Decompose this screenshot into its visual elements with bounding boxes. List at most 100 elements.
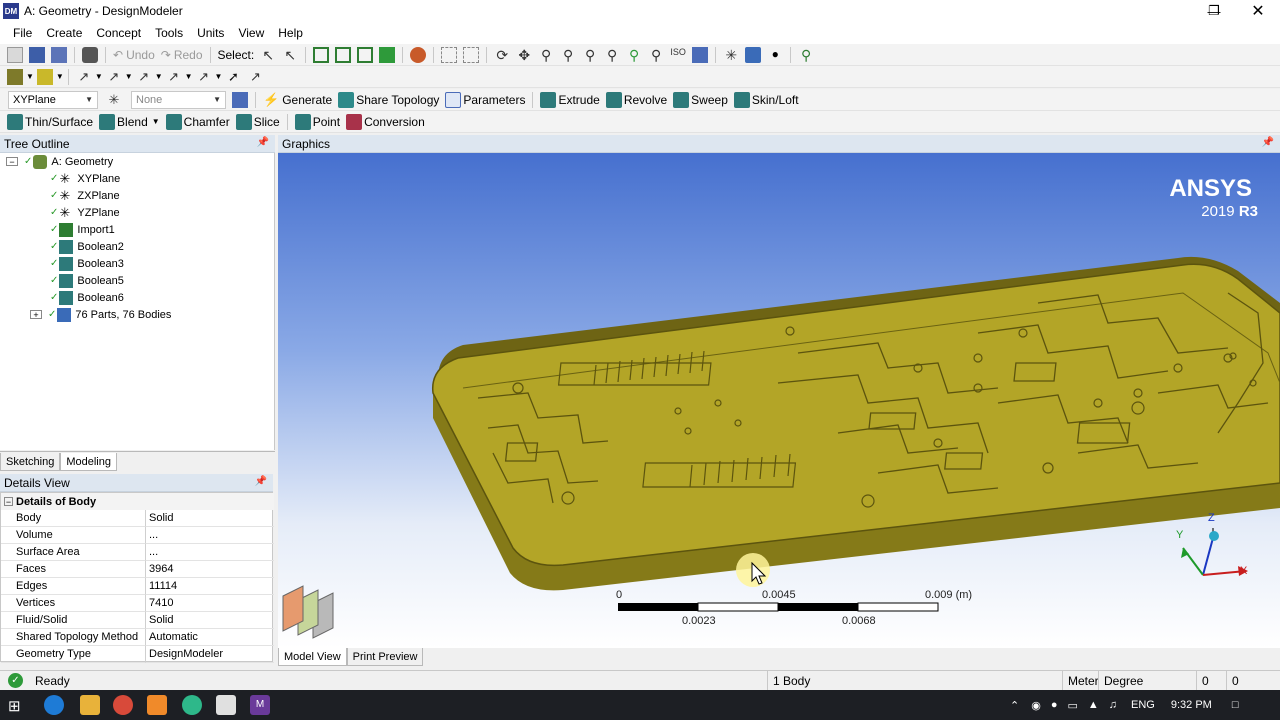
chamfer-button[interactable]: Chamfer	[163, 112, 233, 132]
pin-icon[interactable]: 📌	[257, 137, 269, 148]
parameters-button[interactable]: Parameters	[442, 90, 528, 110]
detail-row-vertices[interactable]: Vertices 7410	[1, 595, 274, 612]
sketch-selector[interactable]: None ▼	[131, 90, 226, 109]
edge-filter-3-icon[interactable]: ↗	[136, 69, 152, 85]
volume-icon[interactable]: ♫	[1109, 699, 1117, 711]
model-canvas[interactable]	[278, 153, 1280, 648]
view-previous-icon[interactable]	[692, 46, 709, 63]
chrome-icon[interactable]	[113, 695, 133, 715]
display-point-icon[interactable]: ●	[767, 47, 783, 63]
collapse-icon[interactable]: −	[6, 157, 18, 167]
thin-surface-button[interactable]: Thin/Surface	[4, 112, 96, 132]
magnifier-icon[interactable]: ⚲	[648, 47, 664, 63]
zoom-fit-icon[interactable]: ⚲	[604, 47, 620, 63]
display-style-icon[interactable]	[7, 68, 23, 85]
tree-root[interactable]: − ✓ A: Geometry	[6, 153, 113, 170]
plane-selector[interactable]: XYPlane ▼	[8, 90, 98, 109]
tree-item-xyplane[interactable]: ✓ ✳ XYPlane	[50, 170, 120, 187]
dropdown-arrow-icon[interactable]: ▼	[26, 72, 34, 81]
select-bodies-icon[interactable]	[379, 46, 396, 63]
extend-select-icon[interactable]	[410, 46, 427, 63]
details-group-header[interactable]: − Details of Body	[1, 493, 274, 510]
tab-modeling[interactable]: Modeling	[60, 453, 117, 471]
menu-concept[interactable]: Concept	[89, 26, 148, 40]
pin-icon[interactable]: 📌	[1262, 137, 1274, 148]
edge-filter-5-icon[interactable]: ↗	[196, 69, 212, 85]
save-icon[interactable]	[29, 46, 45, 63]
select-edges-icon[interactable]	[335, 46, 352, 63]
notification-icon[interactable]: □	[1232, 699, 1239, 711]
point-button[interactable]: Point	[292, 112, 343, 132]
maximize-button[interactable]: ❐	[1192, 0, 1236, 22]
sweep-button[interactable]: Sweep	[670, 90, 731, 110]
tab-print-preview[interactable]: Print Preview	[346, 648, 424, 666]
pin-icon[interactable]: ➚	[225, 69, 241, 85]
language-indicator[interactable]: ENG	[1131, 699, 1155, 711]
detail-row-edges[interactable]: Edges 11114	[1, 578, 274, 595]
dropdown-arrow-icon[interactable]: ▼	[185, 72, 193, 81]
tree-item-yzplane[interactable]: ✓ ✳ YZPlane	[50, 204, 120, 221]
dropdown-arrow-icon[interactable]: ▼	[155, 72, 163, 81]
section-plane-icon[interactable]	[282, 585, 334, 639]
menu-help[interactable]: Help	[271, 26, 310, 40]
microphone-icon[interactable]: ●	[1051, 699, 1058, 711]
edge-filter-2-icon[interactable]: ↗	[106, 69, 122, 85]
slice-button[interactable]: Slice	[233, 112, 283, 132]
chevron-up-icon[interactable]: ⌃	[1010, 699, 1019, 712]
app-icon-orange[interactable]	[147, 695, 167, 715]
graphics-viewport[interactable]: ANSYS 2019 R3 0 0.0045 0.009 (m) 0.0023 …	[278, 153, 1280, 648]
menu-units[interactable]: Units	[190, 26, 231, 40]
status-unit-length[interactable]: Meter	[1062, 671, 1099, 691]
whatsapp-icon[interactable]	[182, 695, 202, 715]
menu-file[interactable]: File	[6, 26, 39, 40]
detail-row-geometry-type[interactable]: Geometry Type DesignModeler	[1, 646, 274, 663]
detail-row-faces[interactable]: Faces 3964	[1, 561, 274, 578]
display-model-icon[interactable]	[745, 46, 762, 63]
status-unit-angle[interactable]: Degree	[1098, 671, 1196, 691]
blend-button[interactable]: Blend ▼	[96, 112, 163, 132]
skin-loft-button[interactable]: Skin/Loft	[731, 90, 802, 110]
close-button[interactable]: ✕	[1236, 0, 1280, 22]
detail-row-body[interactable]: Body Solid	[1, 510, 274, 527]
zoom-icon[interactable]: ⚲	[538, 47, 554, 63]
save-as-icon[interactable]	[51, 46, 67, 63]
pin-icon[interactable]: 📌	[255, 476, 267, 487]
designmodeler-taskbar-icon[interactable]: M	[250, 695, 270, 715]
zoom-to-selection-icon[interactable]: ⚲	[626, 47, 642, 63]
box-select-through-icon[interactable]	[463, 46, 480, 63]
battery-icon[interactable]: ▭	[1067, 699, 1077, 712]
dropdown-arrow-icon[interactable]: ▼	[95, 72, 103, 81]
select-type-icon[interactable]: ↖	[282, 47, 298, 63]
edge-filter-icon[interactable]: ↗	[76, 69, 92, 85]
clock[interactable]: 9:32 PM	[1171, 699, 1212, 711]
redo-button[interactable]: ↷ Redo	[158, 45, 206, 65]
file-explorer-icon[interactable]	[80, 695, 100, 715]
dropdown-arrow-icon[interactable]: ▼	[125, 72, 133, 81]
tree-item-zxplane[interactable]: ✓ ✳ ZXPlane	[50, 187, 120, 204]
detail-row-fluid-solid[interactable]: Fluid/Solid Solid	[1, 612, 274, 629]
tree-item-boolean2[interactable]: ✓ Boolean2	[50, 238, 124, 255]
tree-item-parts[interactable]: + ✓ 76 Parts, 76 Bodies	[30, 306, 171, 323]
tree-item-boolean6[interactable]: ✓ Boolean6	[50, 289, 124, 306]
tree-item-boolean3[interactable]: ✓ Boolean3	[50, 255, 124, 272]
edge-browser-icon[interactable]	[44, 695, 64, 715]
tree-item-import1[interactable]: ✓ Import1	[50, 221, 115, 238]
screenshot-icon[interactable]	[82, 46, 98, 63]
vertex-icon[interactable]: ↗	[247, 69, 263, 85]
detail-row-shared-topology[interactable]: Shared Topology Method Automatic	[1, 629, 274, 646]
edge-color-icon[interactable]	[36, 68, 53, 85]
edge-filter-4-icon[interactable]: ↗	[166, 69, 182, 85]
expand-icon[interactable]: +	[30, 310, 42, 320]
dropdown-arrow-icon[interactable]: ▼	[56, 72, 64, 81]
zoom-in-icon[interactable]: ⚲	[560, 47, 576, 63]
workbench-icon[interactable]	[216, 695, 236, 715]
new-sketch-icon[interactable]	[232, 91, 248, 108]
conversion-button[interactable]: Conversion	[343, 112, 428, 132]
tab-sketching[interactable]: Sketching	[0, 453, 61, 471]
detail-row-surface-area[interactable]: Surface Area...	[1, 544, 274, 561]
pan-icon[interactable]: ✥	[516, 47, 532, 63]
menu-create[interactable]: Create	[39, 26, 89, 40]
help-pointer-icon[interactable]: ⚲	[798, 47, 814, 63]
select-mode-icon[interactable]: ↖	[260, 47, 276, 63]
box-select-icon[interactable]	[441, 46, 458, 63]
